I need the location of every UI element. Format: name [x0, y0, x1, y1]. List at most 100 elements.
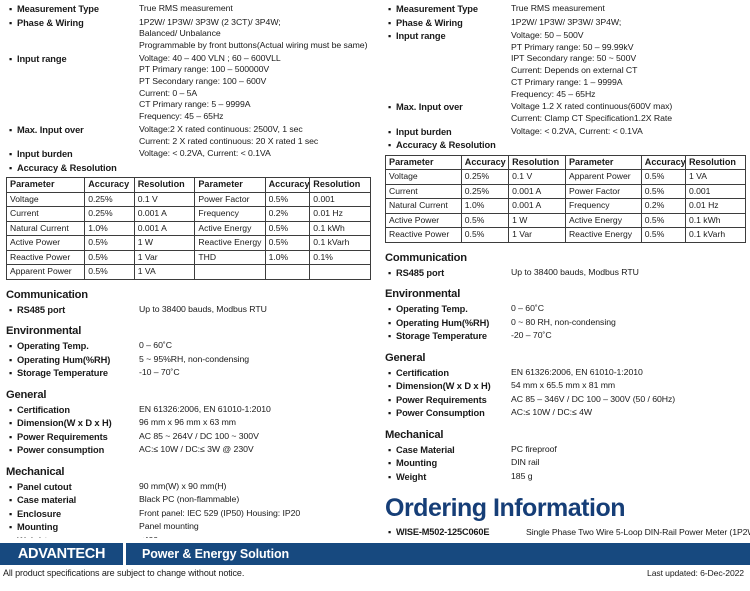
table-cell: 1.0%: [460, 198, 510, 214]
spec-value: 5 ~ 95%RH, non-condensing: [139, 353, 250, 364]
left-column: Measurement Type True RMS measurement Ph…: [0, 0, 375, 538]
table-cell: Natural Current: [385, 198, 462, 214]
table-cell: 0.1 V: [133, 191, 196, 208]
spec-value: Voltage: 50 – 500V PT Primary range: 50 …: [511, 30, 638, 99]
table-cell: 1 VA: [684, 169, 747, 185]
bullet-icon: [6, 3, 17, 16]
spec-value: Voltage: 40 – 400 VLN ; 60 – 600VLL PT P…: [139, 52, 281, 122]
column-header: Resolution: [133, 177, 196, 193]
table-cell: 0.25%: [84, 191, 135, 208]
column-header: Accuracy: [264, 177, 311, 193]
left-top-specs: Measurement Type True RMS measurement Ph…: [6, 3, 371, 174]
table-row: Natural Current 1.0% 0.001 A Frequency 0…: [385, 198, 747, 214]
spec-row: Operating Hum(%RH) 5 ~ 95%RH, non-conden…: [6, 354, 371, 367]
spec-row: Accuracy & Resolution: [385, 139, 746, 152]
spec-value: Voltage: < 0.2VA, Current: < 0.1VA: [139, 148, 271, 159]
spec-row: Power Requirements AC 85 – 346V / DC 100…: [385, 394, 746, 407]
table-cell: Active Energy: [564, 212, 642, 229]
table-cell: 0.5%: [640, 169, 686, 185]
table-cell: 0.001 A: [133, 220, 196, 237]
bullet-icon: [385, 267, 396, 280]
table-cell: Power Factor: [194, 191, 266, 208]
spec-row: Power Consumption AC:≤ 10W / DC:≤ 4W: [385, 407, 746, 420]
table-row: Voltage 0.25% 0.1 V Power Factor 0.5% 0.…: [5, 191, 371, 208]
column-header: Resolution: [684, 154, 747, 171]
spec-value: -20 – 70˚C: [511, 330, 552, 341]
table-cell: Apparent Power: [5, 264, 86, 280]
table-cell: 0.5%: [84, 249, 135, 266]
bullet-icon: [385, 380, 396, 393]
page-footer: ADVANTECH Power & Energy Solution All pr…: [0, 538, 750, 591]
spec-value: Front panel: IEC 529 (IP50) Housing: IP2…: [139, 507, 301, 518]
bullet-icon: [6, 124, 17, 137]
spec-label: Input range: [396, 31, 446, 41]
section-heading-communication: Communication: [6, 288, 88, 301]
table-cell: 0.01 Hz: [309, 206, 371, 222]
spec-row: Panel cutout 90 mm(W) x 90 mm(H): [6, 481, 371, 494]
column-header: Parameter: [564, 154, 642, 171]
spec-value: Voltage: < 0.2VA, Current: < 0.1VA: [511, 125, 643, 136]
two-column-body: Measurement Type True RMS measurement Ph…: [0, 0, 750, 538]
bullet-icon: [6, 431, 17, 444]
advantech-logo: ADVANTECH: [0, 543, 123, 565]
right-top-specs: Measurement Type True RMS measurement Ph…: [385, 3, 746, 152]
table-header-row: Parameter Accuracy Resolution Parameter …: [385, 154, 747, 171]
spec-label: Mounting: [17, 522, 59, 533]
spec-row: Phase & Wiring 1P2W/ 1P3W/ 3P3W/ 3P4W;: [385, 17, 746, 30]
spec-value: DIN rail: [511, 457, 540, 468]
table-cell: 0.1%: [309, 249, 371, 266]
column-header: Parameter: [385, 154, 462, 171]
table-cell: 0.5%: [264, 235, 311, 251]
bullet-icon: [6, 417, 17, 430]
table-row: Apparent Power 0.5% 1 VA: [5, 264, 371, 280]
spec-value: 1P2W/ 1P3W/ 3P3W/ 3P4W;: [511, 16, 622, 27]
spec-row: Certification EN 61326:2006, EN 61010-1:…: [6, 404, 371, 417]
spec-row: Case material Black PC (non-flammable): [6, 494, 371, 507]
section-heading-ordering-information: Ordering Information: [385, 494, 626, 523]
spec-label: Power consumption: [17, 445, 105, 456]
spec-label: Storage Temperature: [17, 368, 108, 379]
order-part-number: WISE-M502-125C060E: [396, 527, 490, 538]
spec-row: Weight 185 g: [385, 471, 746, 484]
spec-label: Case material: [17, 495, 77, 506]
spec-label: Power Requirements: [396, 394, 487, 405]
spec-value: Up to 38400 bauds, Modbus RTU: [139, 303, 267, 314]
table-cell: 0.25%: [460, 183, 510, 200]
spec-label: Panel cutout: [17, 481, 72, 492]
table-cell: 0.001 A: [133, 206, 196, 222]
spec-label: Accuracy & Resolution: [396, 140, 496, 151]
spec-label: Max. Input over: [396, 102, 463, 113]
spec-value: PC fireproof: [511, 443, 557, 454]
bullet-icon: [385, 526, 396, 538]
table-row: Current 0.25% 0.001 A Frequency 0.2% 0.0…: [5, 206, 371, 222]
bullet-icon: [6, 148, 17, 161]
bullet-icon: [6, 481, 17, 494]
bullet-icon: [385, 444, 396, 457]
spec-label: Operating Hum(%RH): [17, 354, 111, 365]
table-cell: Reactive Power: [385, 227, 462, 243]
bullet-icon: [385, 3, 396, 16]
footer-disclaimer: All product specifications are subject t…: [3, 568, 245, 578]
table-cell: Current: [385, 183, 462, 200]
section-heading-mechanical: Mechanical: [385, 428, 444, 441]
spec-row: Accuracy & Resolution: [6, 162, 371, 175]
spec-row: Max. Input over Voltage:2 X rated contin…: [6, 124, 371, 147]
table-cell: 0.5%: [84, 235, 135, 251]
spec-value: 54 mm x 65.5 mm x 81 mm: [511, 380, 616, 391]
table-cell: [309, 264, 371, 280]
column-header: Resolution: [508, 154, 566, 171]
footer-tagline: Power & Energy Solution: [142, 547, 290, 561]
table-cell: 0.25%: [84, 206, 135, 222]
table-cell: 1 Var: [508, 227, 566, 243]
bullet-icon: [6, 508, 17, 521]
bullet-icon: [385, 126, 396, 139]
table-cell: 0.5%: [640, 227, 686, 243]
spec-row: Case Material PC fireproof: [385, 444, 746, 457]
spec-row: Measurement Type True RMS measurement: [385, 3, 746, 16]
spec-value: 96 mm x 96 mm x 63 mm: [139, 417, 236, 428]
spec-row: Certification EN 61326:2006, EN 61010-1:…: [385, 367, 746, 380]
table-cell: 1.0%: [84, 220, 135, 237]
spec-row: Enclosure Front panel: IEC 529 (IP50) Ho…: [6, 508, 371, 521]
table-cell: 0.5%: [640, 183, 686, 200]
spec-label: Input burden: [17, 149, 73, 160]
